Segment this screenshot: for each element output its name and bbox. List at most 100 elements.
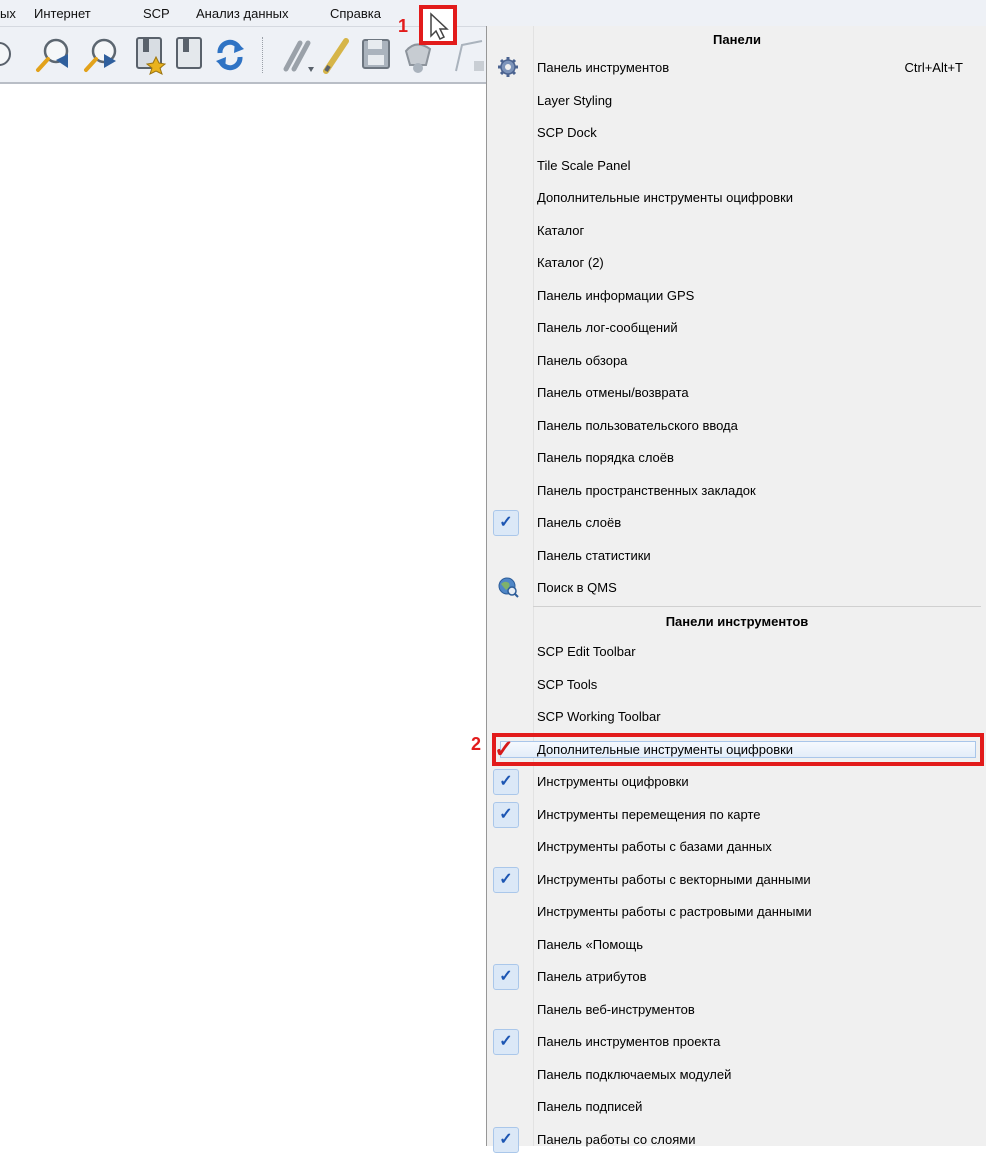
toolbars-section-header: Панели инструментов [665, 614, 809, 629]
panels-context-menu: Панели Панель инструментов Ctrl+Alt+T La… [486, 26, 986, 1153]
menu-item-label: Панель «Помощь [537, 936, 643, 952]
menu-item-label: Tile Scale Panel [537, 157, 631, 173]
menu-item-undo-redo-panel[interactable]: Панель отмены/возврата [487, 376, 986, 409]
menu-item-shortcut: Ctrl+Alt+T [904, 60, 963, 75]
menu-item-browser[interactable]: Каталог [487, 214, 986, 247]
menu-item-label: Инструменты работы с векторными данными [537, 871, 811, 887]
menu-item-map-navigation-toolbar[interactable]: ✓ Инструменты перемещения по карте [487, 798, 986, 831]
gear-icon [498, 57, 518, 77]
menu-item-database-toolbar[interactable]: Инструменты работы с базами данных [487, 830, 986, 863]
menu-item-label: Панель информации GPS [537, 287, 695, 303]
menu-item-labels-toolbar[interactable]: Панель подписей [487, 1090, 986, 1123]
menu-item-digitizing-toolbar[interactable]: ✓ Инструменты оцифровки [487, 765, 986, 798]
checkmark-icon: ✓ [493, 964, 519, 990]
checkmark-icon: ✓ [494, 735, 515, 763]
checkmark-icon: ✓ [493, 801, 519, 828]
menu-item-label: Панель веб-инструментов [537, 1001, 695, 1017]
menu-item-label: Каталог [537, 222, 585, 238]
menu-item-label: Панель статистики [537, 547, 651, 563]
menu-item-internet[interactable]: Интернет [34, 6, 91, 21]
panels-toolbar-toggle-button[interactable] [419, 5, 457, 45]
menu-item-label: SCP Edit Toolbar [537, 644, 636, 659]
menu-item-project-toolbar[interactable]: ✓ Панель инструментов проекта [487, 1025, 986, 1058]
menu-item-raster-toolbar[interactable]: Инструменты работы с растровыми данными [487, 895, 986, 928]
menu-item-label: Layer Styling [537, 92, 613, 108]
menu-item-spatial-bookmarks-panel[interactable]: Панель пространственных закладок [487, 474, 986, 507]
menu-item-label: Панель инструментов [537, 60, 670, 75]
menu-separator [533, 606, 981, 607]
menu-item-label: Дополнительные инструменты оцифровки [537, 190, 794, 205]
checkmark-icon: ✓ [493, 1029, 519, 1055]
zoom-previous-icon[interactable] [34, 35, 74, 75]
globe-search-icon [498, 577, 519, 598]
partial-tool-icon[interactable] [0, 35, 20, 73]
checkmark-icon: ✓ [493, 1126, 519, 1153]
menu-item-scp-dock[interactable]: SCP Dock [487, 116, 986, 149]
menu-item-scp-tools[interactable]: SCP Tools [487, 668, 986, 701]
menu-item-toolbox-panel[interactable]: Панель инструментов Ctrl+Alt+T [487, 51, 986, 84]
annotation-number-1: 1 [398, 16, 409, 36]
refresh-icon[interactable] [212, 35, 248, 75]
menu-item-label: Инструменты работы с базами данных [537, 839, 772, 854]
menu-item-label: Дополнительные инструменты оцифровки [537, 741, 794, 757]
menu-item-vector-toolbar[interactable]: ✓ Инструменты работы с векторными данным… [487, 863, 986, 896]
save-edits-icon[interactable] [358, 35, 394, 75]
new-bookmark-icon[interactable] [132, 35, 168, 75]
menubar: ых Интернет SCP Анализ данных Справка [0, 0, 986, 27]
toolbar-separator [262, 37, 264, 73]
menu-item-help-toolbar[interactable]: Панель «Помощь [487, 928, 986, 961]
menu-item-help[interactable]: Справка [330, 6, 381, 21]
menu-item-label: SCP Tools [537, 676, 598, 692]
checkmark-icon: ✓ [493, 510, 519, 536]
menu-item-browser-2[interactable]: Каталог (2) [487, 246, 986, 279]
menu-item-label: Панель подключаемых модулей [537, 1066, 732, 1082]
vertex-tool-icon[interactable] [452, 35, 486, 75]
menu-item-data-analysis[interactable]: Анализ данных [196, 6, 289, 21]
menu-item-label: Панель лог-сообщений [537, 320, 678, 335]
menu-item-layers-panel[interactable]: ✓ Панель слоёв [487, 506, 986, 539]
menu-item-label: Панель инструментов проекта [537, 1034, 721, 1049]
menu-item-overview-panel[interactable]: Панель обзора [487, 344, 986, 377]
show-bookmarks-icon[interactable] [172, 35, 208, 75]
menu-item-qms-search[interactable]: Поиск в QMS [487, 571, 986, 604]
menu-item-label: Панель обзора [537, 352, 628, 368]
menu-item-log-messages-panel[interactable]: Панель лог-сообщений [487, 311, 986, 344]
menu-item-layer-order-panel[interactable]: Панель порядка слоёв [487, 441, 986, 474]
menu-item-plugins-toolbar[interactable]: Панель подключаемых модулей [487, 1058, 986, 1091]
current-edits-icon[interactable] [278, 35, 318, 75]
menu-item-label: Панель пространственных закладок [537, 482, 756, 498]
menu-item-label: Панель слоёв [537, 515, 622, 530]
menu-item-web-toolbar[interactable]: Панель веб-инструментов [487, 993, 986, 1026]
menu-item-label: Панель порядка слоёв [537, 450, 674, 465]
menu-item-attributes-toolbar[interactable]: ✓ Панель атрибутов [487, 960, 986, 993]
zoom-next-icon[interactable] [82, 35, 122, 75]
menu-item-label: Инструменты работы с растровыми данными [537, 904, 812, 919]
annotation-number-2: 2 [471, 734, 482, 754]
menu-item-statistics-panel[interactable]: Панель статистики [487, 539, 986, 572]
menu-item-tile-scale-panel[interactable]: Tile Scale Panel [487, 149, 986, 182]
menu-item-label: Панель работы со слоями [537, 1131, 696, 1147]
menu-item-label: Панель пользовательского ввода [537, 417, 738, 433]
menu-item-user-input-panel[interactable]: Панель пользовательского ввода [487, 409, 986, 442]
cursor-icon [430, 12, 449, 41]
menu-item-scp-working-toolbar[interactable]: SCP Working Toolbar [487, 700, 986, 733]
menu-item-label: Инструменты перемещения по карте [537, 806, 761, 822]
menu-item-data[interactable]: ых [0, 6, 16, 21]
menu-item-label: Инструменты оцифровки [537, 774, 689, 789]
menu-item-label: SCP Dock [537, 125, 597, 140]
menu-item-gps-info-panel[interactable]: Панель информации GPS [487, 279, 986, 312]
menu-item-scp-edit-toolbar[interactable]: SCP Edit Toolbar [487, 635, 986, 668]
toolbar [0, 27, 486, 84]
menu-item-manage-layers-toolbar[interactable]: ✓ Панель работы со слоями [487, 1123, 986, 1156]
menu-item-label: Панель отмены/возврата [537, 385, 689, 400]
toggle-editing-icon[interactable] [318, 35, 354, 75]
menu-item-layer-styling[interactable]: Layer Styling [487, 84, 986, 117]
menu-item-advanced-digitizing-panel[interactable]: Дополнительные инструменты оцифровки [487, 181, 986, 214]
menu-item-label: Панель подписей [537, 1099, 643, 1114]
checkmark-icon: ✓ [493, 866, 519, 893]
menu-item-advanced-digitizing-toolbar[interactable]: ✓ Дополнительные инструменты оцифровки [487, 732, 986, 766]
menu-item-label: Поиск в QMS [537, 580, 617, 595]
panels-section-header: Панели [713, 32, 761, 47]
menu-item-scp[interactable]: SCP [143, 6, 170, 21]
menu-item-label: Каталог (2) [537, 255, 604, 270]
